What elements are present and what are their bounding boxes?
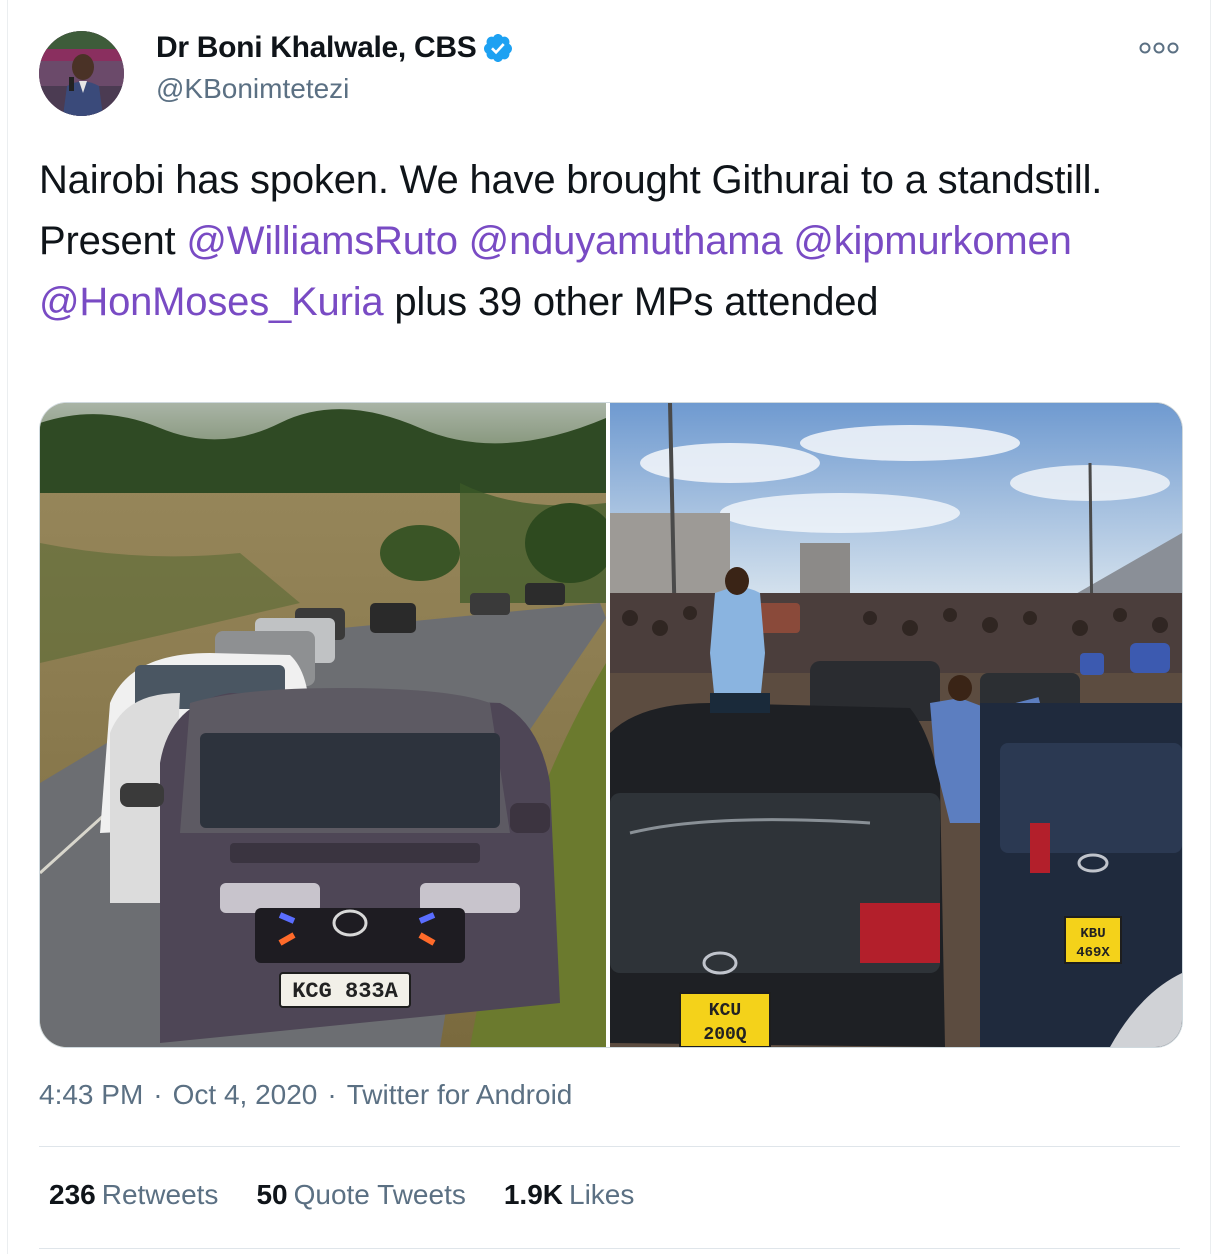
stat-retweets[interactable]: 236 Retweets [49,1179,218,1211]
plate-right-line2: 469X [1076,945,1110,961]
mention-link[interactable]: @nduyamuthama [469,219,783,263]
divider [39,1146,1180,1147]
mention-link[interactable]: @WilliamsRuto [186,219,458,263]
tweet-text-segment [458,219,469,263]
media-photo-crowd[interactable]: KBU 469X KCU 200Q [610,403,1182,1047]
tweet-text-segment: plus 39 other MPs attended [383,280,879,324]
quote-tweets-count: 50 [256,1179,288,1210]
retweets-count: 236 [49,1179,96,1210]
verified-badge-icon [484,34,513,62]
tweet-text-segment [782,219,793,263]
tweet-card: Dr Boni Khalwale, CBS @KBonimtetezi Nair… [7,0,1211,1254]
plate-left-line2: 200Q [703,1025,746,1045]
quote-tweets-label: Quote Tweets [293,1179,466,1210]
mention-link[interactable]: @HonMoses_Kuria [39,280,384,324]
tweet-media[interactable]: KCG 833A KBU 469X KCU 200Q [39,402,1183,1048]
likes-label: Likes [569,1179,635,1210]
crowd-image: KBU 469X KCU 200Q [610,403,1182,1047]
tweet-date[interactable]: Oct 4, 2020 [173,1079,318,1111]
plate-text-1: KCG 833A [292,979,398,1004]
tweet-source[interactable]: Twitter for Android [347,1079,573,1111]
tweet-stats: 236 Retweets 50 Quote Tweets 1.9K Likes [49,1179,634,1211]
likes-count: 1.9K [503,1179,564,1210]
author-handle[interactable]: @KBonimtetezi [156,73,349,105]
meta-separator: · [153,1079,163,1110]
mention-link[interactable]: @kipmurkomen [793,219,1071,263]
plate-right-line1: KBU [1080,926,1105,942]
avatar-image [39,31,124,116]
tweet-time[interactable]: 4:43 PM [39,1079,143,1111]
meta-separator: · [327,1079,337,1110]
divider [39,1248,1180,1249]
tweet-text: Nairobi has spoken. We have brought Gith… [39,150,1159,333]
media-photo-motorcade[interactable]: KCG 833A [40,403,606,1047]
stat-quote-tweets[interactable]: 50 Quote Tweets [256,1179,465,1211]
plate-left-line1: KCU [709,1001,741,1021]
more-options-icon[interactable] [1138,38,1180,58]
stat-likes[interactable]: 1.9K Likes [504,1179,635,1211]
author-name[interactable]: Dr Boni Khalwale, CBS [156,31,477,65]
tweet-meta: 4:43 PM · Oct 4, 2020 · Twitter for Andr… [39,1079,572,1111]
author-name-row[interactable]: Dr Boni Khalwale, CBS [156,31,514,65]
motorcade-image: KCG 833A [40,403,606,1047]
retweets-label: Retweets [101,1179,219,1210]
author-avatar[interactable] [39,31,124,116]
